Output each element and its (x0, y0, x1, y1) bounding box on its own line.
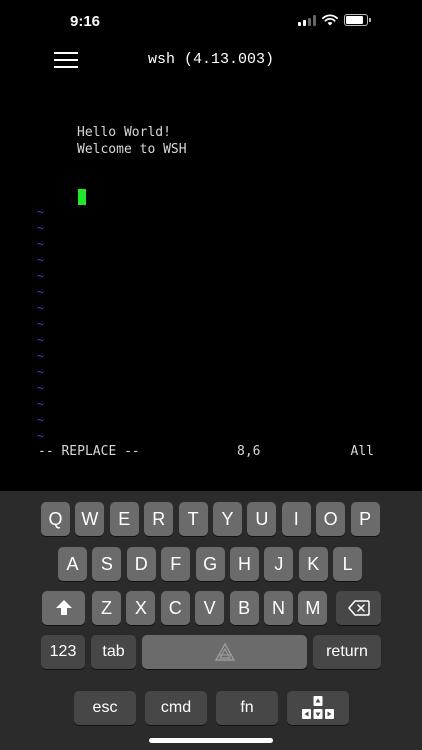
key-d[interactable]: D (126, 547, 156, 581)
key-e[interactable]: E (109, 502, 139, 536)
tilde-marker: ~ (37, 429, 45, 443)
space-key[interactable] (142, 635, 307, 669)
status-icons (298, 14, 371, 26)
tilde-marker: ~ (37, 333, 45, 347)
key-p[interactable]: P (350, 502, 380, 536)
empty-line-markers: ~ ~ ~ ~ ~ ~ ~ ~ ~ ~ ~ ~ ~ ~ ~ (37, 204, 44, 444)
key-z[interactable]: Z (92, 591, 121, 625)
backspace-icon (347, 600, 370, 616)
key-q[interactable]: Q (41, 502, 70, 536)
vim-status-line: -- REPLACE -- 8,6 All (38, 444, 374, 462)
tilde-marker: ~ (37, 349, 45, 363)
key-i[interactable]: I (281, 502, 311, 536)
key-u[interactable]: U (247, 502, 277, 536)
tilde-marker: ~ (37, 205, 45, 219)
tilde-marker: ~ (37, 285, 45, 299)
tilde-marker: ~ (37, 301, 45, 315)
title-bar: wsh (4.13.003) (0, 44, 422, 78)
shift-arrow-icon (55, 600, 72, 615)
key-r[interactable]: R (144, 502, 174, 536)
arrow-keys-icon (302, 696, 334, 719)
hamburger-icon[interactable] (54, 50, 80, 70)
key-w[interactable]: W (75, 502, 105, 536)
scroll-indicator: All (350, 444, 374, 459)
key-l[interactable]: L (333, 547, 363, 581)
terminal-view[interactable]: Hello World! Welcome to WSH ~ ~ ~ ~ ~ ~ ~ ~ ~ ~ ~ ~… (0, 80, 422, 470)
key-s[interactable]: S (92, 547, 122, 581)
return-key[interactable]: return (313, 635, 381, 669)
key-o[interactable]: O (316, 502, 346, 536)
text-cursor (78, 189, 86, 205)
battery-icon (344, 14, 371, 26)
fn-key[interactable]: fn (216, 691, 278, 725)
terminal-line: Hello World! (77, 125, 171, 140)
tilde-marker: ~ (37, 253, 45, 267)
terminal-line: Welcome to WSH (77, 142, 187, 157)
tilde-marker: ~ (37, 237, 45, 251)
key-h[interactable]: H (230, 547, 259, 581)
cursor-position: 8,6 (237, 444, 261, 459)
wifi-icon (322, 14, 338, 26)
tilde-marker: ~ (37, 365, 45, 379)
status-time: 9:16 (70, 13, 101, 30)
status-bar: 9:16 (0, 0, 422, 44)
home-indicator[interactable] (149, 738, 273, 743)
key-k[interactable]: K (298, 547, 328, 581)
key-t[interactable]: T (178, 502, 208, 536)
numbers-key[interactable]: 123 (41, 635, 85, 669)
logo-icon (214, 642, 235, 661)
key-x[interactable]: X (126, 591, 156, 625)
tab-key[interactable]: tab (91, 635, 136, 669)
tilde-marker: ~ (37, 397, 45, 411)
esc-key[interactable]: esc (74, 691, 136, 725)
keyboard: QWERTYUIOP ASDFGHJKL ZXCVBNM 123 tab ret… (0, 491, 422, 750)
key-m[interactable]: M (298, 591, 328, 625)
cellular-signal-icon (298, 14, 316, 26)
app-title: wsh (4.13.003) (148, 51, 275, 68)
tilde-marker: ~ (37, 269, 45, 283)
key-j[interactable]: J (264, 547, 294, 581)
tilde-marker: ~ (37, 381, 45, 395)
tilde-marker: ~ (37, 317, 45, 331)
shift-key[interactable] (42, 591, 85, 625)
arrow-keys-button[interactable] (287, 691, 349, 725)
tilde-marker: ~ (37, 413, 45, 427)
backspace-key[interactable] (336, 591, 381, 625)
mode-indicator: -- REPLACE -- (38, 444, 140, 459)
key-y[interactable]: Y (213, 502, 242, 536)
key-v[interactable]: V (195, 591, 225, 625)
cmd-key[interactable]: cmd (145, 691, 207, 725)
key-a[interactable]: A (58, 547, 87, 581)
key-b[interactable]: B (229, 591, 259, 625)
tilde-marker: ~ (37, 221, 45, 235)
key-f[interactable]: F (161, 547, 191, 581)
key-n[interactable]: N (264, 591, 293, 625)
key-g[interactable]: G (195, 547, 225, 581)
key-c[interactable]: C (160, 591, 190, 625)
